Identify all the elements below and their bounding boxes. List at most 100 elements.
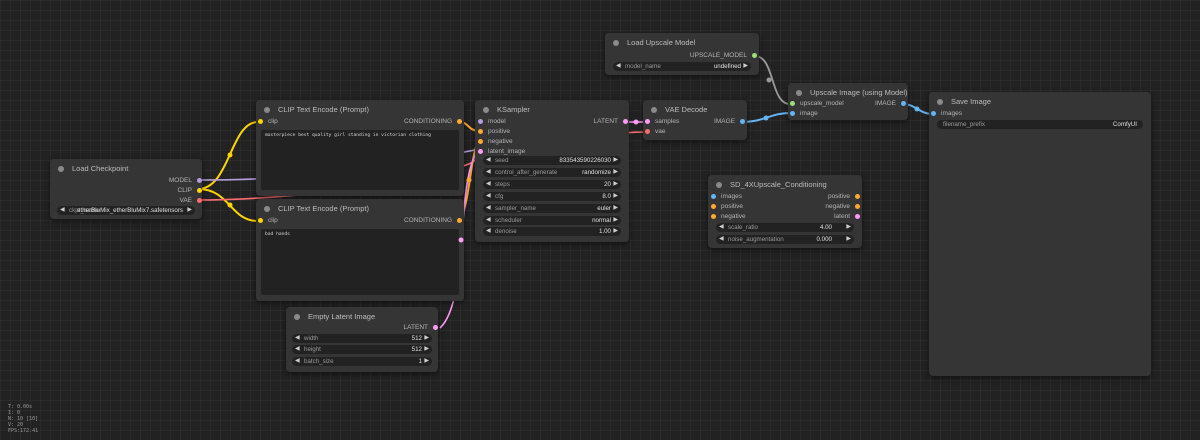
- filename-prefix-text-widget[interactable]: filename_prefix ComfyUI: [937, 120, 1143, 129]
- socket-dot-icon[interactable]: [790, 101, 795, 106]
- socket-dot-icon[interactable]: [197, 178, 202, 183]
- output-vae[interactable]: VAE: [179, 196, 202, 206]
- height-number-widget[interactable]: ◀ height 512 ▶: [292, 345, 432, 354]
- collapse-dot-icon[interactable]: [264, 107, 270, 113]
- arrow-right-icon[interactable]: ▶: [424, 345, 429, 354]
- scale-ratio-widget[interactable]: ◀ scale_ratio 4.00 ▶: [716, 223, 854, 232]
- socket-dot-icon[interactable]: [478, 139, 483, 144]
- socket-dot-icon[interactable]: [258, 218, 263, 223]
- arrow-left-icon[interactable]: ◀: [486, 204, 491, 213]
- output-latent[interactable]: LATENT: [404, 323, 438, 333]
- input-positive[interactable]: positive: [478, 127, 510, 137]
- socket-dot-icon[interactable]: [711, 214, 716, 219]
- socket-dot-icon[interactable]: [711, 204, 716, 209]
- socket-dot-icon[interactable]: [740, 119, 745, 124]
- collapse-dot-icon[interactable]: [796, 90, 802, 96]
- control-after-generate-widget[interactable]: ◀ control_after_generate randomize ▶: [483, 168, 621, 177]
- collapse-dot-icon[interactable]: [483, 107, 489, 113]
- output-model[interactable]: MODEL: [169, 176, 202, 186]
- prompt-textarea[interactable]: masterpiece best quality girl standing i…: [261, 130, 459, 190]
- collapse-dot-icon[interactable]: [58, 166, 64, 172]
- prompt-textarea[interactable]: bad hands: [261, 229, 459, 295]
- input-negative[interactable]: negative: [478, 137, 513, 147]
- link-midpoint-icon[interactable]: [227, 152, 233, 158]
- input-clip[interactable]: clip: [258, 117, 278, 127]
- arrow-right-icon[interactable]: ▶: [613, 156, 618, 165]
- node-empty-latent-image[interactable]: Empty Latent Image LATENT ◀ width 512 ▶ …: [286, 307, 438, 372]
- output-positive[interactable]: positive: [828, 192, 860, 202]
- socket-dot-icon[interactable]: [478, 149, 483, 154]
- arrow-right-icon[interactable]: ▶: [424, 334, 429, 343]
- arrow-left-icon[interactable]: ◀: [295, 345, 300, 354]
- collapse-dot-icon[interactable]: [613, 40, 619, 46]
- denoise-widget[interactable]: ◀ denoise 1.00 ▶: [483, 227, 621, 236]
- input-samples[interactable]: samples: [645, 117, 679, 127]
- arrow-left-icon[interactable]: ◀: [719, 223, 724, 232]
- output-conditioning[interactable]: CONDITIONING: [404, 216, 462, 226]
- input-clip[interactable]: clip: [258, 216, 278, 226]
- arrow-right-icon[interactable]: ▶: [613, 216, 618, 225]
- collapse-dot-icon[interactable]: [716, 182, 722, 188]
- link-midpoint-icon[interactable]: [633, 119, 639, 125]
- socket-dot-icon[interactable]: [855, 204, 860, 209]
- sampler-name-widget[interactable]: ◀ sampler_name euler ▶: [483, 204, 621, 213]
- arrow-left-icon[interactable]: ◀: [295, 334, 300, 343]
- input-negative[interactable]: negative: [711, 212, 746, 222]
- arrow-left-icon[interactable]: ◀: [486, 227, 491, 236]
- socket-dot-icon[interactable]: [433, 325, 438, 330]
- socket-dot-icon[interactable]: [623, 119, 628, 124]
- node-upscale-image-using-model[interactable]: Upscale Image (using Model) upscale_mode…: [788, 83, 908, 120]
- arrow-right-icon[interactable]: ▶: [613, 192, 618, 201]
- socket-dot-icon[interactable]: [457, 218, 462, 223]
- node-sd-4x-upscale-conditioning[interactable]: SD_4XUpscale_Conditioning images positiv…: [708, 175, 862, 248]
- output-negative[interactable]: negative: [825, 202, 860, 212]
- input-vae[interactable]: vae: [645, 127, 665, 137]
- input-model[interactable]: model: [478, 117, 506, 127]
- node-clip-text-encode-negative[interactable]: CLIP Text Encode (Prompt) clip CONDITION…: [256, 199, 464, 301]
- steps-widget[interactable]: ◀ steps 20 ▶: [483, 180, 621, 189]
- node-vae-decode[interactable]: VAE Decode samples vae IMAGE: [643, 100, 747, 140]
- link-midpoint-icon[interactable]: [763, 115, 769, 121]
- node-clip-text-encode-positive[interactable]: CLIP Text Encode (Prompt) clip CONDITION…: [256, 100, 464, 196]
- arrow-right-icon[interactable]: ▶: [613, 168, 618, 177]
- socket-dot-icon[interactable]: [855, 214, 860, 219]
- scheduler-widget[interactable]: ◀ scheduler normal ▶: [483, 216, 621, 225]
- input-upscale-model[interactable]: upscale_model: [790, 99, 844, 109]
- socket-dot-icon[interactable]: [478, 129, 483, 134]
- arrow-left-icon[interactable]: ◀: [486, 180, 491, 189]
- link-midpoint-icon[interactable]: [227, 202, 233, 208]
- socket-dot-icon[interactable]: [855, 194, 860, 199]
- arrow-right-icon[interactable]: ▶: [613, 204, 618, 213]
- socket-dot-icon[interactable]: [457, 119, 462, 124]
- arrow-left-icon[interactable]: ◀: [60, 206, 65, 215]
- arrow-left-icon[interactable]: ◀: [486, 156, 491, 165]
- socket-dot-icon[interactable]: [931, 111, 936, 116]
- socket-dot-icon[interactable]: [197, 188, 202, 193]
- socket-dot-icon[interactable]: [197, 198, 202, 203]
- node-save-image[interactable]: Save Image images filename_prefix ComfyU…: [929, 92, 1151, 376]
- socket-dot-icon[interactable]: [790, 111, 795, 116]
- collapse-dot-icon[interactable]: [294, 314, 300, 320]
- arrow-left-icon[interactable]: ◀: [616, 62, 621, 71]
- width-number-widget[interactable]: ◀ width 512 ▶: [292, 334, 432, 343]
- socket-dot-icon[interactable]: [478, 119, 483, 124]
- cfg-widget[interactable]: ◀ cfg 8.0 ▶: [483, 192, 621, 201]
- noise-augmentation-widget[interactable]: ◀ noise_augmentation 0.000 ▶: [716, 235, 854, 244]
- ckpt-name-combo[interactable]: ◀ ckpt_name etherBluMix_etherBluMix7.saf…: [57, 206, 195, 215]
- collapse-dot-icon[interactable]: [264, 206, 270, 212]
- arrow-right-icon[interactable]: ▶: [846, 235, 851, 244]
- output-upscale-model[interactable]: UPSCALE_MODEL: [690, 51, 757, 61]
- input-positive[interactable]: positive: [711, 202, 743, 212]
- node-load-upscale-model[interactable]: Load Upscale Model UPSCALE_MODEL ◀ model…: [605, 33, 759, 75]
- arrow-left-icon[interactable]: ◀: [486, 216, 491, 225]
- node-load-checkpoint[interactable]: Load Checkpoint MODEL CLIP VAE ◀ ckpt_na…: [50, 159, 202, 219]
- input-image[interactable]: image: [790, 109, 818, 119]
- link-midpoint-icon[interactable]: [914, 106, 920, 112]
- output-image[interactable]: IMAGE: [714, 117, 745, 127]
- socket-dot-icon[interactable]: [645, 129, 650, 134]
- node-header[interactable]: Save Image: [929, 92, 1151, 112]
- link-midpoint-icon[interactable]: [766, 77, 772, 83]
- output-latent[interactable]: latent: [834, 212, 860, 222]
- node-header[interactable]: Load Upscale Model: [605, 33, 759, 53]
- socket-dot-icon[interactable]: [711, 194, 716, 199]
